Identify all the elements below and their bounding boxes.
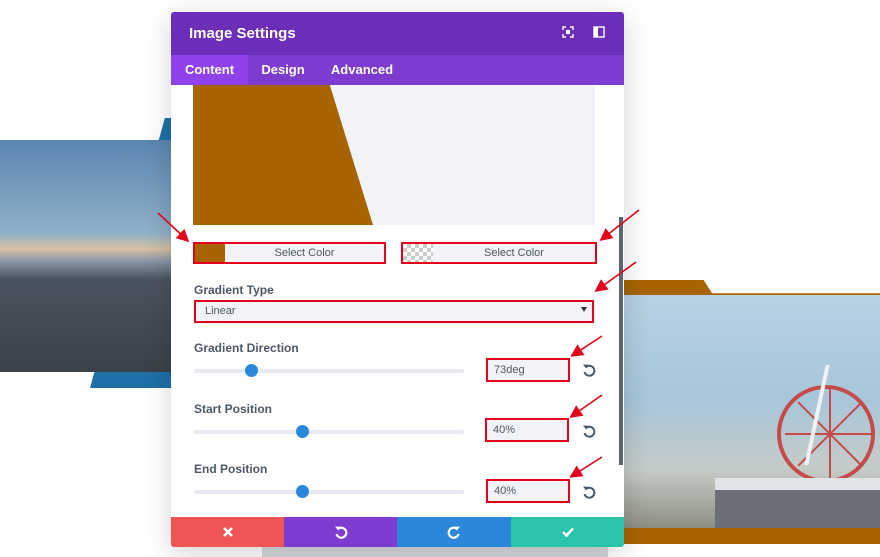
undo-button[interactable] — [284, 517, 397, 547]
gradient-direction-label: Gradient Direction — [194, 341, 299, 355]
tab-advanced[interactable]: Advanced — [323, 55, 401, 85]
modal-footer — [171, 517, 624, 547]
close-icon — [222, 527, 233, 537]
modal-header: Image Settings — [171, 12, 624, 55]
redo-icon — [447, 526, 460, 539]
chevron-down-icon — [581, 307, 587, 312]
start-position-handle[interactable] — [296, 425, 309, 438]
checkmark-icon — [561, 527, 574, 538]
gradient-preview — [193, 85, 595, 225]
pier-base — [715, 490, 880, 528]
reset-icon[interactable] — [582, 485, 596, 499]
end-position-slider[interactable] — [194, 485, 464, 498]
tab-bar: Content Design Advanced — [171, 55, 624, 85]
start-position-label: Start Position — [194, 402, 273, 416]
tab-content[interactable]: Content — [171, 55, 248, 85]
end-position-label: End Position — [194, 462, 268, 476]
gradient-preview-fill — [193, 85, 373, 225]
tab-design[interactable]: Design — [248, 55, 318, 85]
sidebar-icon[interactable] — [593, 26, 605, 38]
modal-title: Image Settings — [189, 25, 296, 42]
redo-button[interactable] — [397, 517, 511, 547]
fullscreen-icon[interactable] — [562, 26, 574, 38]
end-position-input[interactable]: 40% — [486, 479, 570, 503]
gradient-direction-handle[interactable] — [244, 364, 258, 377]
discard-button[interactable] — [171, 517, 284, 547]
start-position-input[interactable]: 40% — [485, 418, 569, 442]
end-position-handle[interactable] — [296, 485, 309, 498]
beach-photo — [0, 140, 176, 372]
gradient-type-label: Gradient Type — [194, 283, 274, 297]
start-position-slider[interactable] — [194, 425, 464, 438]
end-color-swatch[interactable] — [403, 244, 433, 262]
gradient-start-color-picker[interactable]: Select Color — [193, 242, 386, 264]
start-color-label: Select Color — [274, 247, 335, 259]
end-color-label: Select Color — [484, 247, 544, 259]
gradient-end-color-picker[interactable]: Select Color — [401, 242, 597, 264]
roller-coaster — [804, 365, 880, 465]
scrollbar[interactable] — [619, 217, 623, 465]
save-button[interactable] — [511, 517, 624, 547]
gradient-type-value: Linear — [205, 305, 236, 317]
reset-icon[interactable] — [582, 363, 596, 377]
undo-icon — [334, 526, 347, 539]
image-settings-modal: Image Settings Content Design Advanced S… — [171, 12, 624, 547]
gradient-direction-slider[interactable] — [194, 364, 464, 377]
gradient-type-select[interactable]: Linear — [194, 300, 594, 323]
start-color-swatch[interactable] — [195, 244, 225, 262]
gradient-direction-input[interactable]: 73deg — [486, 358, 570, 382]
modal-body: Select Color Select Color Gradient Type … — [171, 85, 624, 517]
reset-icon[interactable] — [582, 424, 596, 438]
pier-photo — [615, 295, 880, 528]
